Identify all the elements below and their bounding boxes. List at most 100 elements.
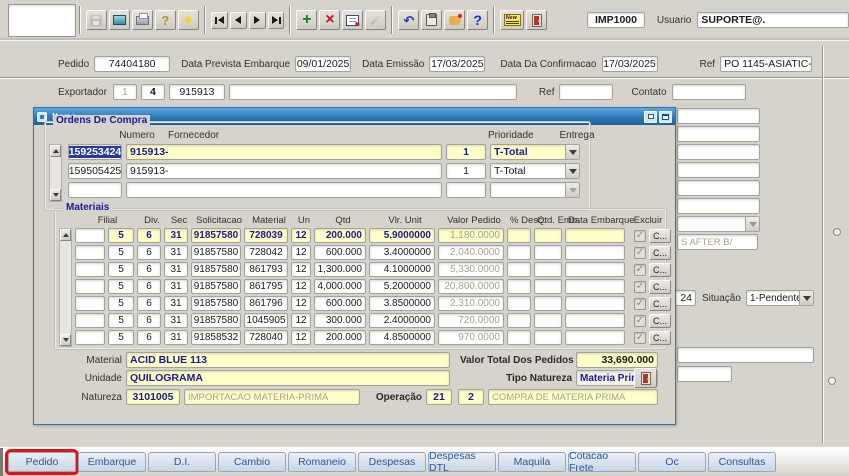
solicitacao-cell[interactable]: 91857580 bbox=[191, 245, 241, 260]
item-cell[interactable] bbox=[75, 313, 105, 328]
data-confirmacao-field[interactable]: 17/03/2025 bbox=[602, 56, 658, 72]
tab[interactable]: Despesas DTL bbox=[428, 452, 496, 472]
numero-cell[interactable] bbox=[68, 182, 122, 198]
sec-cell[interactable]: 31 bbox=[164, 228, 188, 243]
vlr-unit-cell[interactable]: 4.1000000 bbox=[369, 262, 435, 277]
vlr-unit-cell[interactable]: 2.4000000 bbox=[369, 313, 435, 328]
valor-pedido-cell[interactable]: 20,800.0000 bbox=[438, 279, 504, 294]
radio-button[interactable] bbox=[833, 228, 841, 236]
item-cell[interactable] bbox=[75, 330, 105, 345]
context-help-button[interactable]: ? bbox=[155, 10, 176, 30]
solicitacao-cell[interactable]: 91857580 bbox=[191, 279, 241, 294]
sec-cell[interactable]: 31 bbox=[164, 262, 188, 277]
valor-pedido-cell[interactable]: 720.0000 bbox=[438, 313, 504, 328]
background-field[interactable] bbox=[677, 366, 732, 382]
background-field[interactable] bbox=[677, 347, 814, 363]
c-button[interactable]: C... bbox=[649, 280, 671, 294]
tab[interactable]: Embarque bbox=[78, 452, 146, 472]
c-button[interactable]: C... bbox=[649, 331, 671, 345]
screen-button[interactable] bbox=[109, 10, 130, 30]
un-cell[interactable]: 12 bbox=[291, 279, 311, 294]
undo-button[interactable]: ↶ bbox=[398, 10, 419, 30]
sec-cell[interactable]: 31 bbox=[164, 279, 188, 294]
filial-cell[interactable]: 5 bbox=[108, 279, 134, 294]
paste-button[interactable] bbox=[421, 10, 442, 30]
tab[interactable]: Pedido bbox=[8, 452, 76, 472]
vlr-unit-cell[interactable]: 4.8500000 bbox=[369, 330, 435, 345]
print-button[interactable] bbox=[132, 10, 153, 30]
perc-desc-cell[interactable] bbox=[507, 245, 531, 260]
ref-field[interactable]: PO 1145-ASIATIC-C bbox=[720, 56, 812, 72]
tab[interactable]: Oc bbox=[638, 452, 706, 472]
numero-cell[interactable]: 159253424 bbox=[68, 144, 122, 160]
valor-pedido-cell[interactable]: 1,180.0000 bbox=[438, 228, 504, 243]
exportador-code1-field[interactable]: 1 bbox=[113, 84, 137, 100]
solicitacao-cell[interactable]: 91857580 bbox=[191, 262, 241, 277]
fornecedor-cell[interactable]: 915913- bbox=[126, 144, 442, 160]
un-cell[interactable]: 12 bbox=[291, 262, 311, 277]
div-cell[interactable]: 6 bbox=[137, 296, 161, 311]
perc-desc-cell[interactable] bbox=[507, 262, 531, 277]
prioridade-cell[interactable]: 1 bbox=[446, 144, 486, 160]
window-exit-button[interactable] bbox=[634, 368, 657, 388]
material-cell[interactable]: 861793 bbox=[244, 262, 288, 277]
help-button[interactable]: ? bbox=[467, 10, 488, 30]
chevron-down-icon[interactable] bbox=[799, 291, 813, 305]
chevron-down-icon[interactable] bbox=[565, 145, 579, 159]
valor-pedido-cell[interactable]: 2,040.0000 bbox=[438, 245, 504, 260]
material-cell[interactable]: 728039 bbox=[244, 228, 288, 243]
nav-prev-button[interactable] bbox=[230, 12, 247, 29]
solicitacao-cell[interactable]: 91857580 bbox=[191, 296, 241, 311]
filial-cell[interactable]: 5 bbox=[108, 296, 134, 311]
tab[interactable]: Maquila bbox=[498, 452, 566, 472]
scroll-down-button[interactable] bbox=[50, 189, 61, 201]
materiais-scrollbar[interactable] bbox=[59, 228, 72, 347]
edit-wand-button[interactable] bbox=[365, 10, 386, 30]
background-field[interactable] bbox=[677, 198, 760, 214]
nav-last-button[interactable] bbox=[268, 12, 285, 29]
operacao-code1-field[interactable]: 21 bbox=[426, 389, 452, 405]
delete-record-button[interactable]: × bbox=[319, 10, 340, 30]
valor-pedido-cell[interactable]: 2,310.0000 bbox=[438, 296, 504, 311]
qtd-emb-cell[interactable] bbox=[534, 279, 562, 294]
material-cell[interactable]: 728040 bbox=[244, 330, 288, 345]
data-embarque-cell[interactable] bbox=[565, 245, 625, 260]
data-embarque-cell[interactable] bbox=[565, 296, 625, 311]
material-cell[interactable]: 728042 bbox=[244, 245, 288, 260]
operacao-desc-field[interactable]: COMPRA DE MATERIA PRIMA bbox=[488, 389, 658, 405]
operacao-code2-field[interactable]: 2 bbox=[458, 389, 484, 405]
contato-field[interactable] bbox=[672, 84, 746, 100]
exit-button[interactable] bbox=[526, 10, 547, 30]
nav-first-button[interactable] bbox=[211, 12, 228, 29]
data-embarque-cell[interactable] bbox=[565, 313, 625, 328]
minimize-button[interactable] bbox=[644, 111, 657, 123]
c-button[interactable]: C... bbox=[649, 297, 671, 311]
un-cell[interactable]: 12 bbox=[291, 313, 311, 328]
tab[interactable]: Cambio bbox=[218, 452, 286, 472]
scroll-up-button[interactable] bbox=[60, 229, 71, 241]
sec-cell[interactable]: 31 bbox=[164, 245, 188, 260]
div-cell[interactable]: 6 bbox=[137, 279, 161, 294]
div-cell[interactable]: 6 bbox=[137, 313, 161, 328]
sec-cell[interactable]: 31 bbox=[164, 330, 188, 345]
qtd-emb-cell[interactable] bbox=[534, 245, 562, 260]
tab[interactable]: Romaneio bbox=[288, 452, 356, 472]
usuario-field[interactable]: SUPORTE@. bbox=[697, 12, 849, 28]
nav-next-button[interactable] bbox=[249, 12, 266, 29]
radio-button[interactable] bbox=[828, 377, 836, 385]
situacao-dropdown[interactable]: 1-Pendente bbox=[746, 290, 814, 306]
data-embarque-cell[interactable] bbox=[565, 279, 625, 294]
scroll-up-button[interactable] bbox=[50, 145, 61, 157]
data-emissao-field[interactable]: 17/03/2025 bbox=[429, 56, 485, 72]
natureza-desc-field[interactable]: IMPORTACAO MATERIA-PRIMA bbox=[184, 389, 360, 405]
excluir-checkbox[interactable]: ✓ bbox=[634, 315, 646, 327]
excluir-checkbox[interactable]: ✓ bbox=[634, 247, 646, 259]
qtd-cell[interactable]: 600.000 bbox=[314, 245, 366, 260]
data-embarque-cell[interactable] bbox=[565, 262, 625, 277]
perc-desc-cell[interactable] bbox=[507, 313, 531, 328]
exportador-code2-field[interactable]: 4 bbox=[141, 84, 165, 100]
sec-cell[interactable]: 31 bbox=[164, 313, 188, 328]
days-after-bl-field[interactable]: S AFTER B/ bbox=[677, 234, 758, 250]
data-embarque-cell[interactable] bbox=[565, 330, 625, 345]
perc-desc-cell[interactable] bbox=[507, 279, 531, 294]
